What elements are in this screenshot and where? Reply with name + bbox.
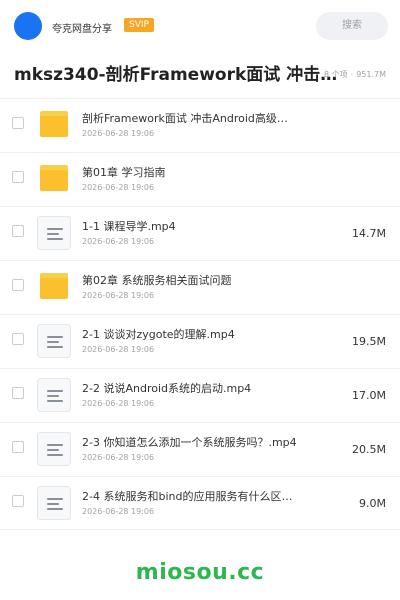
item-name[interactable]: 2-3 你知道怎么添加一个系统服务吗？.mp4: [82, 435, 302, 450]
item-name[interactable]: 1-1 课程导学.mp4: [82, 219, 302, 234]
item-name[interactable]: 2-1 谈谈对zygote的理解.mp4: [82, 327, 302, 342]
file-row[interactable]: 2-2 说说Android系统的启动.mp4 2026-06-28 19:06 17…: [0, 368, 400, 422]
folder-icon: [40, 165, 68, 191]
row-checkbox[interactable]: [12, 495, 24, 507]
item-date: 2026-06-28 19:06: [82, 183, 155, 192]
row-checkbox[interactable]: [12, 441, 24, 453]
row-checkbox[interactable]: [12, 387, 24, 399]
folder-icon: [40, 111, 68, 137]
item-size: 20.5M: [352, 443, 386, 456]
document-icon: [37, 216, 71, 250]
row-icon: [37, 378, 71, 412]
folder-row[interactable]: 第01章 学习指南 2026-06-28 19:06: [0, 152, 400, 206]
total-size: 951.7M: [356, 70, 386, 79]
folder-header: mksz340-剖析Framework面试 冲击Android高级 8 个项·9…: [0, 62, 400, 88]
watermark-text: miosou.cc: [135, 560, 265, 585]
folder-meta: 8 个项 · 951.7M: [324, 69, 386, 80]
document-icon: [37, 486, 71, 520]
item-size: 9.0M: [359, 497, 386, 510]
uploader-name[interactable]: 夸克网盘分享: [52, 20, 112, 35]
row-icon: [37, 486, 71, 520]
item-name[interactable]: 第01章 学习指南: [82, 165, 302, 180]
row-checkbox[interactable]: [12, 225, 24, 237]
item-size: 14.7M: [352, 227, 386, 240]
row-checkbox[interactable]: [12, 333, 24, 345]
item-name[interactable]: 2-4 系统服务和bind的应用服务有什么区别？.…: [82, 489, 302, 504]
item-date: 2026-06-28 19:06: [82, 399, 155, 408]
document-icon: [37, 432, 71, 466]
row-checkbox[interactable]: [12, 171, 24, 183]
row-checkbox[interactable]: [12, 279, 24, 291]
row-icon: [37, 111, 71, 141]
row-icon: [37, 165, 71, 195]
item-date: 2026-06-28 19:06: [82, 129, 155, 138]
file-row[interactable]: 2-1 谈谈对zygote的理解.mp4 2026-06-28 19:06 19.5…: [0, 314, 400, 368]
header: 夸克网盘分享 SVIP 搜索: [0, 0, 400, 52]
folder-row[interactable]: 第02章 系统服务相关面试问题 2026-06-28 19:06: [0, 260, 400, 314]
row-icon: [37, 216, 71, 250]
file-row[interactable]: 2-4 系统服务和bind的应用服务有什么区别？.… 2026-06-28 19:…: [0, 476, 400, 530]
folder-row[interactable]: 剖析Framework面试 冲击Android高级… 2026-06-28 19:…: [0, 98, 400, 152]
folder-title: mksz340-剖析Framework面试 冲击Android高级: [14, 65, 340, 85]
file-row[interactable]: 1-1 课程导学.mp4 2026-06-28 19:06 14.7M: [0, 206, 400, 260]
row-checkbox[interactable]: [12, 117, 24, 129]
folder-icon: [40, 273, 68, 299]
file-row[interactable]: 2-3 你知道怎么添加一个系统服务吗？.mp4 2026-06-28 19:06 2…: [0, 422, 400, 476]
item-name[interactable]: 剖析Framework面试 冲击Android高级…: [82, 111, 302, 126]
document-icon: [37, 378, 71, 412]
item-name[interactable]: 2-2 说说Android系统的启动.mp4: [82, 381, 302, 396]
row-icon: [37, 324, 71, 358]
file-list: 剖析Framework面试 冲击Android高级… 2026-06-28 19:…: [0, 98, 400, 530]
item-date: 2026-06-28 19:06: [82, 453, 155, 462]
meta-separator: ·: [350, 70, 354, 79]
document-icon: [37, 324, 71, 358]
search-button[interactable]: 搜索: [316, 12, 388, 40]
avatar[interactable]: [14, 12, 42, 40]
item-size: 19.5M: [352, 335, 386, 348]
watermark: miosou.cc: [0, 560, 400, 585]
item-date: 2026-06-28 19:06: [82, 507, 155, 516]
item-date: 2026-06-28 19:06: [82, 291, 155, 300]
row-icon: [37, 273, 71, 303]
item-name[interactable]: 第02章 系统服务相关面试问题: [82, 273, 302, 288]
row-icon: [37, 432, 71, 466]
item-date: 2026-06-28 19:06: [82, 345, 155, 354]
item-count: 8 个项: [324, 70, 348, 79]
svip-badge: SVIP: [124, 18, 154, 32]
item-date: 2026-06-28 19:06: [82, 237, 155, 246]
item-size: 17.0M: [352, 389, 386, 402]
